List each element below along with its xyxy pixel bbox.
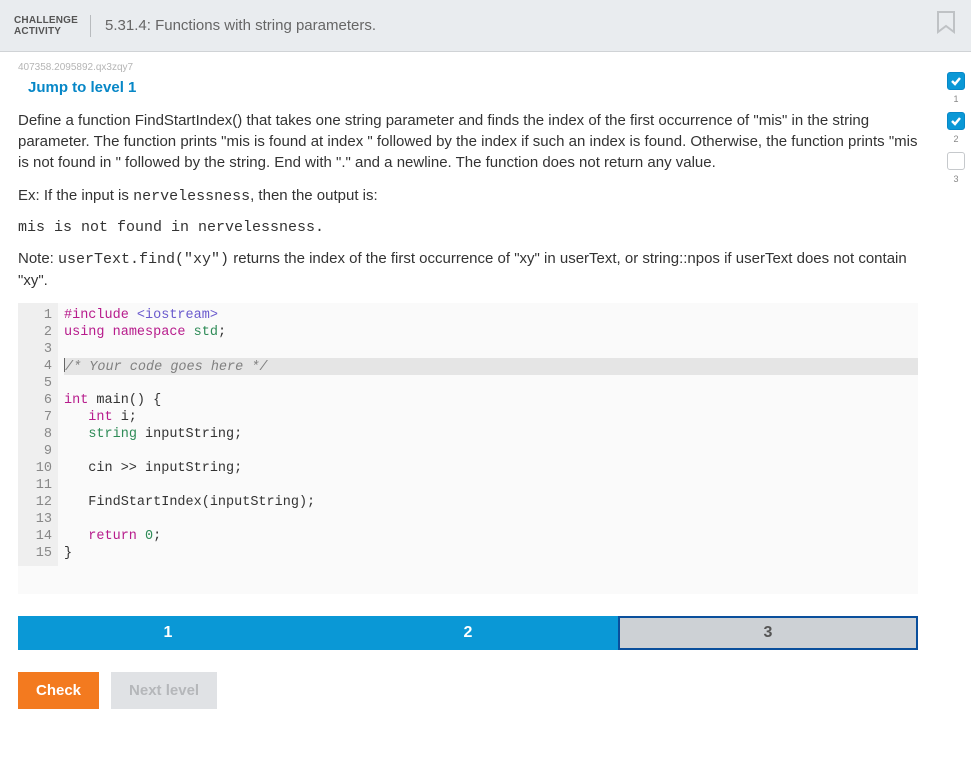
level-num-3: 3 bbox=[953, 174, 958, 184]
level-check-1[interactable] bbox=[947, 72, 965, 90]
code-line[interactable]: string inputString; bbox=[64, 426, 918, 443]
gutter-line: 15 bbox=[22, 545, 52, 562]
content-area: 1 2 3 407358.2095892.qx3zqy7 Jump to lev… bbox=[0, 52, 971, 739]
gutter-line: 10 bbox=[22, 460, 52, 477]
gutter-line: 7 bbox=[22, 409, 52, 426]
ex-input: nervelessness bbox=[133, 188, 250, 205]
code-line[interactable]: } bbox=[64, 545, 918, 562]
gutter-line: 6 bbox=[22, 392, 52, 409]
ex-prefix: Ex: If the input is bbox=[18, 187, 133, 204]
note-code: userText.find("xy") bbox=[58, 251, 229, 268]
code-line[interactable]: /* Your code goes here */ bbox=[64, 358, 918, 375]
code-editor[interactable]: 1 2 3 4 5 6 7 8 9 10 11 12 13 14 15 #inc… bbox=[18, 303, 918, 594]
note-prefix: Note: bbox=[18, 250, 58, 267]
button-row: Check Next level bbox=[18, 672, 953, 709]
code-line[interactable]: int i; bbox=[64, 409, 918, 426]
bookmark-icon[interactable] bbox=[935, 10, 957, 41]
level-num-2: 2 bbox=[953, 134, 958, 144]
gutter-line: 12 bbox=[22, 494, 52, 511]
example-line: Ex: If the input is nervelessness, then … bbox=[18, 185, 928, 207]
note-line: Note: userText.find("xy") returns the in… bbox=[18, 248, 928, 291]
code-line[interactable]: int main() { bbox=[64, 392, 918, 409]
gutter-line: 8 bbox=[22, 426, 52, 443]
gutter-line: 2 bbox=[22, 324, 52, 341]
header-label: CHALLENGE ACTIVITY bbox=[14, 15, 91, 37]
code-line[interactable]: return 0; bbox=[64, 528, 918, 545]
problem-description: Define a function FindStartIndex() that … bbox=[18, 110, 928, 173]
gutter-line: 3 bbox=[22, 341, 52, 358]
code-line[interactable] bbox=[64, 477, 918, 494]
activity-header: CHALLENGE ACTIVITY 5.31.4: Functions wit… bbox=[0, 0, 971, 52]
gutter-line: 4 bbox=[22, 358, 52, 375]
progress-step-2[interactable]: 2 bbox=[318, 616, 618, 650]
jump-link[interactable]: Jump to level 1 bbox=[28, 79, 953, 96]
gutter-line: 11 bbox=[22, 477, 52, 494]
check-button[interactable]: Check bbox=[18, 672, 99, 709]
gutter-line: 9 bbox=[22, 443, 52, 460]
code-line[interactable]: #include <iostream> bbox=[64, 307, 918, 324]
code-line[interactable]: cin >> inputString; bbox=[64, 460, 918, 477]
progress-step-1[interactable]: 1 bbox=[18, 616, 318, 650]
example-output: mis is not found in nervelessness. bbox=[18, 219, 953, 236]
level-box-3[interactable] bbox=[947, 152, 965, 170]
activity-title: 5.31.4: Functions with string parameters… bbox=[105, 17, 376, 34]
code-line[interactable] bbox=[64, 443, 918, 460]
hash-id: 407358.2095892.qx3zqy7 bbox=[18, 62, 953, 73]
code-line[interactable]: using namespace std; bbox=[64, 324, 918, 341]
header-label-line2: ACTIVITY bbox=[14, 26, 78, 37]
code-line[interactable] bbox=[64, 511, 918, 528]
code-line[interactable] bbox=[64, 341, 918, 358]
level-sidebar: 1 2 3 bbox=[947, 72, 965, 190]
level-num-1: 1 bbox=[953, 94, 958, 104]
code-body[interactable]: #include <iostream> using namespace std;… bbox=[58, 303, 918, 566]
ex-suffix: , then the output is: bbox=[250, 187, 378, 204]
header-label-line1: CHALLENGE bbox=[14, 15, 78, 26]
gutter-line: 1 bbox=[22, 307, 52, 324]
progress-bar: 1 2 3 bbox=[18, 616, 918, 650]
progress-step-3[interactable]: 3 bbox=[618, 616, 918, 650]
gutter-line: 13 bbox=[22, 511, 52, 528]
code-line[interactable]: FindStartIndex(inputString); bbox=[64, 494, 918, 511]
code-line[interactable] bbox=[64, 375, 918, 392]
next-level-button: Next level bbox=[111, 672, 217, 709]
line-gutter: 1 2 3 4 5 6 7 8 9 10 11 12 13 14 15 bbox=[18, 303, 58, 566]
gutter-line: 5 bbox=[22, 375, 52, 392]
gutter-line: 14 bbox=[22, 528, 52, 545]
level-check-2[interactable] bbox=[947, 112, 965, 130]
